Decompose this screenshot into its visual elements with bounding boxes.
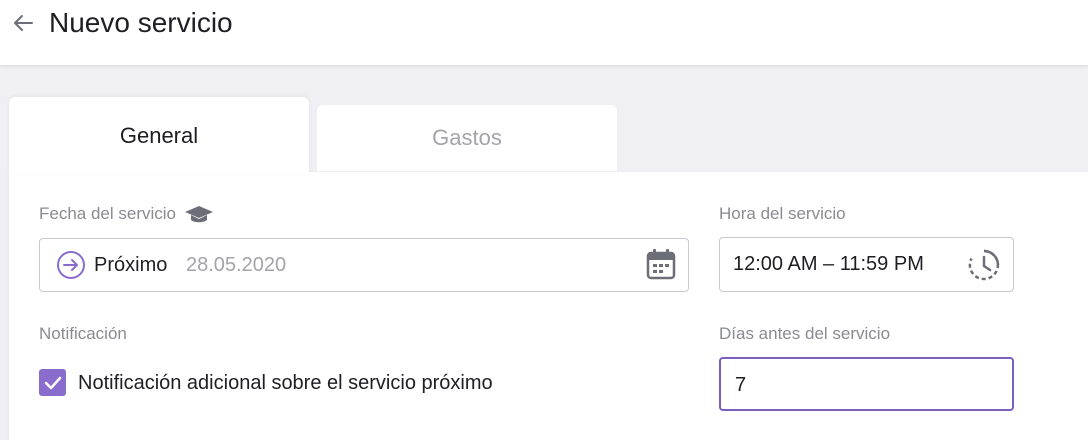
top-bar: Nuevo servicio — [0, 0, 1088, 66]
arrow-right-circle-icon — [57, 251, 85, 279]
notification-checkbox[interactable] — [39, 369, 66, 396]
tab-general[interactable]: General — [9, 97, 309, 175]
date-field[interactable]: Próximo 28.05.2020 — [39, 238, 689, 292]
notification-checkbox-label[interactable]: Notificación adicional sobre el servicio… — [78, 372, 493, 395]
time-field[interactable]: 12:00 AM – 11:59 PM — [719, 237, 1014, 292]
date-field-label: Fecha del servicio — [39, 204, 214, 224]
graduation-cap-icon — [185, 206, 214, 223]
clock-icon[interactable] — [967, 248, 1001, 282]
date-value: 28.05.2020 — [186, 254, 287, 276]
date-mode: Próximo — [94, 254, 168, 276]
time-field-label: Hora del servicio — [719, 204, 846, 223]
arrow-left-icon — [14, 15, 33, 31]
tab-gastos[interactable]: Gastos — [317, 105, 617, 171]
checkmark-icon — [44, 376, 61, 389]
date-label-text: Fecha del servicio — [39, 204, 177, 223]
time-value: 12:00 AM – 11:59 PM — [733, 253, 924, 275]
calendar-icon[interactable] — [646, 248, 676, 280]
days-before-field[interactable] — [719, 357, 1014, 411]
page-title: Nuevo servicio — [49, 7, 233, 38]
days-before-input[interactable] — [735, 372, 995, 398]
back-button[interactable] — [10, 10, 36, 36]
notification-label: Notificación — [39, 324, 127, 343]
days-before-label: Días antes del servicio — [719, 324, 891, 343]
